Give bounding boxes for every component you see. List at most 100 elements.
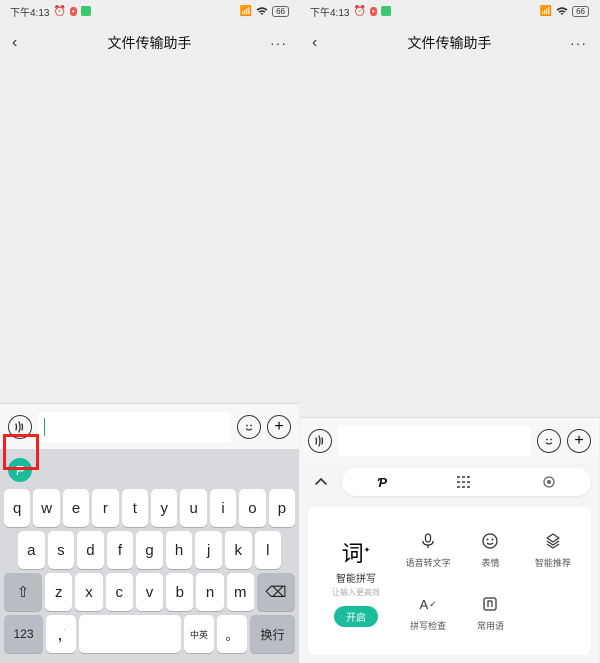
- cell-label: 智能推荐: [535, 556, 571, 569]
- key-d[interactable]: d: [77, 531, 104, 569]
- key-i[interactable]: i: [210, 489, 236, 527]
- key-n[interactable]: n: [196, 573, 223, 611]
- key-j[interactable]: j: [195, 531, 222, 569]
- ci-character: 词✦: [342, 536, 371, 568]
- key-t[interactable]: t: [122, 489, 148, 527]
- cell-label: 常用语: [477, 619, 504, 632]
- status-badge-green: [81, 6, 91, 16]
- key-lang[interactable]: 中英: [184, 615, 214, 653]
- more-button[interactable]: ···: [270, 35, 287, 51]
- key-u[interactable]: u: [180, 489, 206, 527]
- cell-recommend[interactable]: 智能推荐: [523, 519, 583, 580]
- key-a[interactable]: a: [18, 531, 45, 569]
- key-v[interactable]: v: [136, 573, 163, 611]
- emoji-icon[interactable]: [537, 429, 561, 453]
- feature-grid: 语音转文字 表情 智能推荐 A✓ 拼写检查: [398, 519, 583, 643]
- cell-phrases[interactable]: 常用语: [460, 582, 520, 643]
- key-o[interactable]: o: [239, 489, 265, 527]
- key-k[interactable]: k: [225, 531, 252, 569]
- collapse-icon[interactable]: [308, 469, 334, 495]
- spell-icon: A✓: [417, 593, 439, 615]
- key-b[interactable]: b: [166, 573, 193, 611]
- tab-gear-icon[interactable]: [534, 475, 564, 489]
- key-p[interactable]: p: [269, 489, 295, 527]
- phrase-icon: [479, 593, 501, 615]
- message-input[interactable]: [38, 412, 231, 442]
- keyboard-row-3: ⇧ z x c v b n m ⌫: [2, 571, 297, 613]
- signal-icon: 📶: [540, 6, 552, 17]
- cell-voice-to-text[interactable]: 语音转文字: [398, 519, 458, 580]
- keyboard: Ƥ q w e r t y u i o p a s d f g h j k l …: [0, 449, 299, 663]
- plus-icon[interactable]: +: [267, 415, 291, 439]
- key-l[interactable]: l: [255, 531, 282, 569]
- keyboard-row-4: 123 ,. 中英 。 换行: [2, 613, 297, 659]
- sigma-button[interactable]: Ƥ: [8, 458, 32, 482]
- key-e[interactable]: e: [63, 489, 89, 527]
- key-c[interactable]: c: [106, 573, 133, 611]
- cell-spellcheck[interactable]: A✓ 拼写检查: [398, 582, 458, 643]
- tab-grid-icon[interactable]: [449, 476, 479, 488]
- more-button[interactable]: ···: [570, 35, 587, 51]
- input-bar: +: [0, 403, 299, 449]
- key-period[interactable]: 。: [217, 615, 247, 653]
- input-bar: +: [300, 417, 599, 463]
- status-badge-red: •: [370, 7, 377, 16]
- ci-subtitle: 让输入更高效: [332, 587, 380, 598]
- status-badge-green: [381, 6, 391, 16]
- key-m[interactable]: m: [227, 573, 254, 611]
- ci-title: 智能拼写: [336, 570, 376, 585]
- enable-button[interactable]: 开启: [334, 606, 378, 627]
- key-w[interactable]: w: [33, 489, 59, 527]
- status-bar: 下午4:13 ⏰ • 📶 66: [0, 0, 299, 22]
- plus-icon[interactable]: +: [567, 429, 591, 453]
- cell-emoji[interactable]: 表情: [460, 519, 520, 580]
- back-button[interactable]: ‹: [312, 34, 317, 52]
- tab-sigma[interactable]: Ƥ: [369, 475, 395, 490]
- key-q[interactable]: q: [4, 489, 30, 527]
- key-shift[interactable]: ⇧: [4, 573, 42, 611]
- battery-icon: 66: [572, 6, 589, 17]
- wifi-icon: [256, 6, 268, 16]
- key-r[interactable]: r: [92, 489, 118, 527]
- key-z[interactable]: z: [45, 573, 72, 611]
- chat-title: 文件传输助手: [108, 33, 192, 53]
- key-comma[interactable]: ,.: [46, 615, 76, 653]
- voice-icon[interactable]: [308, 429, 332, 453]
- key-h[interactable]: h: [166, 531, 193, 569]
- key-enter[interactable]: 换行: [250, 615, 295, 653]
- panel-body: 词✦ 智能拼写 让输入更高效 开启 语音转文字 表情: [308, 507, 591, 655]
- back-button[interactable]: ‹: [12, 34, 17, 52]
- key-y[interactable]: y: [151, 489, 177, 527]
- key-f[interactable]: f: [107, 531, 134, 569]
- mic-icon: [417, 530, 439, 552]
- feature-panel: Ƥ 词✦ 智能拼写 让输入更高效 开启: [300, 463, 599, 663]
- keyboard-toolbar: Ƥ: [2, 453, 297, 487]
- alarm-icon: ⏰: [353, 6, 365, 17]
- alarm-icon: ⏰: [53, 6, 65, 17]
- keyboard-row-2: a s d f g h j k l: [2, 529, 297, 571]
- status-badge-red: •: [70, 7, 77, 16]
- key-123[interactable]: 123: [4, 615, 43, 653]
- key-g[interactable]: g: [136, 531, 163, 569]
- message-input[interactable]: [338, 426, 531, 456]
- voice-icon[interactable]: [8, 415, 32, 439]
- status-time: 下午4:13: [10, 4, 49, 19]
- key-space[interactable]: [79, 615, 181, 653]
- chat-title: 文件传输助手: [408, 33, 492, 53]
- tab-bar: Ƥ: [342, 468, 591, 496]
- smile-icon: [479, 530, 501, 552]
- keyboard-row-1: q w e r t y u i o p: [2, 487, 297, 529]
- chat-header: ‹ 文件传输助手 ···: [0, 22, 299, 64]
- key-backspace[interactable]: ⌫: [257, 573, 295, 611]
- chat-body: [300, 64, 599, 417]
- signal-icon: 📶: [240, 6, 252, 17]
- wifi-icon: [556, 6, 568, 16]
- chat-header: ‹ 文件传输助手 ···: [300, 22, 599, 64]
- cell-label: 表情: [481, 556, 499, 569]
- cell-label: 拼写检查: [410, 619, 446, 632]
- battery-icon: 66: [272, 6, 289, 17]
- chat-body: [0, 64, 299, 403]
- key-s[interactable]: s: [48, 531, 75, 569]
- emoji-icon[interactable]: [237, 415, 261, 439]
- key-x[interactable]: x: [75, 573, 102, 611]
